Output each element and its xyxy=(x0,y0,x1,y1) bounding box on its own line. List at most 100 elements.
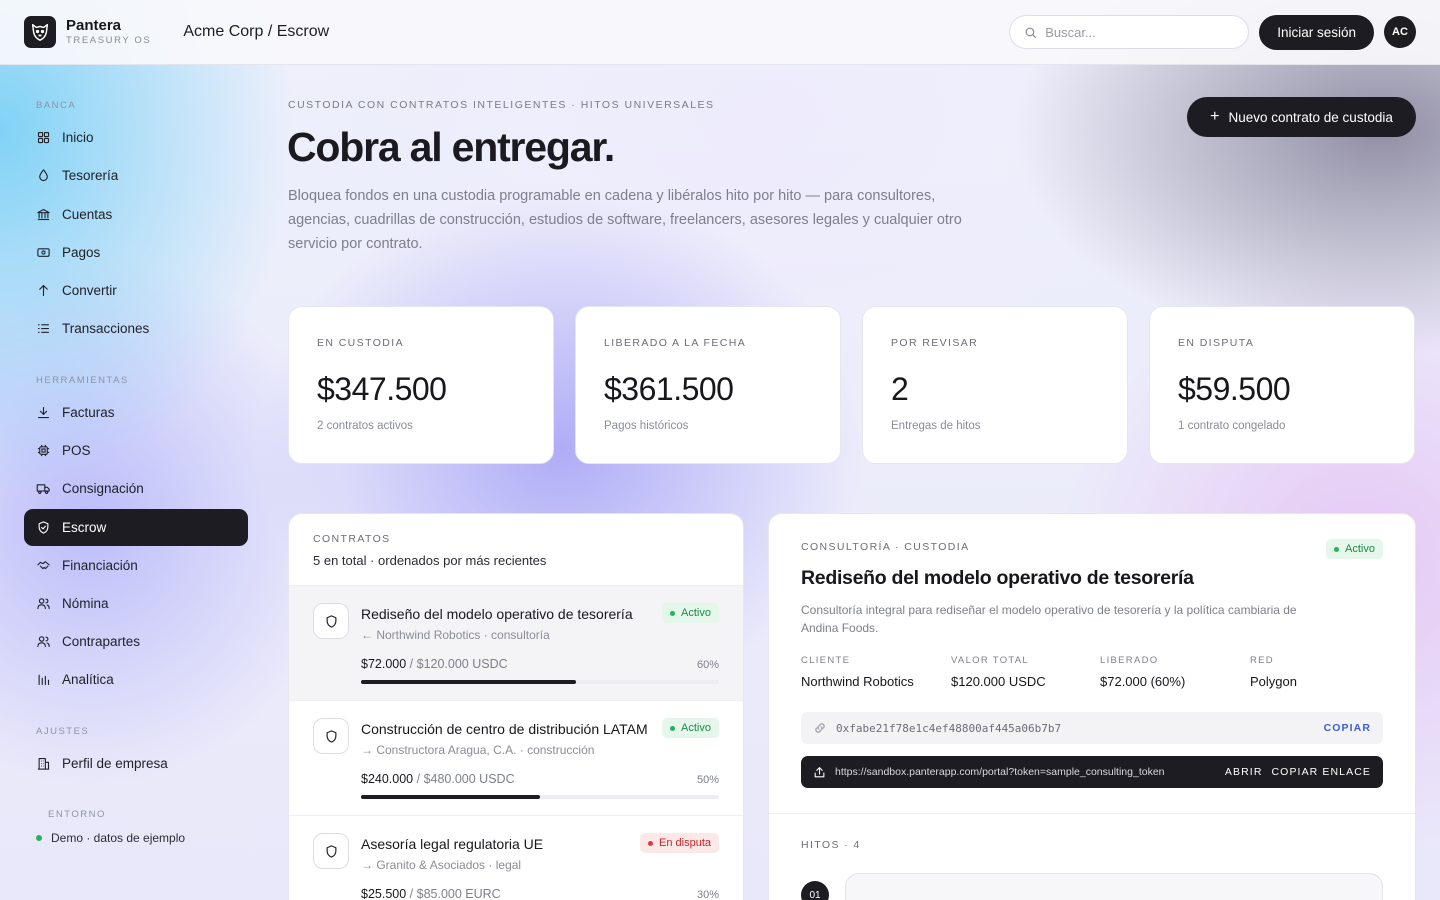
sidebar-item-label: Escrow xyxy=(62,520,107,535)
open-link-button[interactable]: ABRIR xyxy=(1225,766,1263,778)
shield-icon xyxy=(313,603,349,639)
field-value: Polygon xyxy=(1250,674,1297,689)
milestones-label: HITOS · 4 xyxy=(801,839,861,851)
brand-name: Pantera xyxy=(66,17,122,35)
panther-logo-icon xyxy=(24,16,56,48)
contract-total: / $85.000 EURC xyxy=(409,887,501,900)
sidebar-item-contrapartes[interactable]: Contrapartes xyxy=(24,623,248,660)
sidebar-item-pos[interactable]: POS xyxy=(24,432,248,469)
sidebar-item-transacciones[interactable]: Transacciones xyxy=(24,310,248,347)
page-title: Cobra al entregar. xyxy=(287,124,615,170)
page-description: Bloquea fondos en una custodia programab… xyxy=(288,188,962,252)
status-badge-text: Activo xyxy=(681,722,711,734)
sidebar-item-perfil-de-empresa[interactable]: Perfil de empresa xyxy=(24,745,248,782)
contract-detail-panel: CONSULTORÍA · CUSTODIA Activo Rediseño d… xyxy=(768,513,1416,900)
section-label-banca: BANCA xyxy=(36,100,77,111)
field-value: Northwind Robotics xyxy=(801,674,914,689)
status-dot xyxy=(1334,546,1340,552)
shield-icon xyxy=(313,833,349,869)
grid-icon xyxy=(37,131,50,144)
bank-icon xyxy=(37,208,50,221)
portal-link-box: https://sandbox.panterapp.com/portal?tok… xyxy=(801,756,1383,788)
sidebar-item-financiacion[interactable]: Financiación xyxy=(24,547,248,584)
sidebar-item-escrow[interactable]: Escrow xyxy=(24,509,248,546)
stat-subtext: Pagos históricos xyxy=(604,420,689,432)
search-box[interactable] xyxy=(1009,15,1250,49)
status-dot xyxy=(36,835,42,841)
contract-row[interactable]: Rediseño del modelo operativo de tesorer… xyxy=(289,586,743,701)
progress-bar-fill xyxy=(361,795,540,799)
new-escrow-contract-button[interactable]: + Nuevo contrato de custodia xyxy=(1187,97,1416,137)
contract-percent: 30% xyxy=(696,889,719,900)
sidebar-item-analitica[interactable]: Analítica xyxy=(24,661,248,698)
cash-icon xyxy=(37,248,50,257)
field-value: $120.000 USDC xyxy=(951,674,1046,689)
portal-url: https://sandbox.panterapp.com/portal?tok… xyxy=(835,766,1165,778)
contract-released: $72.000 xyxy=(361,657,407,671)
sidebar-item-label: Nómina xyxy=(62,596,109,611)
sidebar-item-inicio[interactable]: Inicio xyxy=(24,119,248,156)
contract-released: $25.500 xyxy=(361,887,407,900)
brand-subtitle: TREASURY OS xyxy=(66,35,152,47)
status-badge: En disputa xyxy=(640,833,719,853)
stat-subtext: 2 contratos activos xyxy=(317,420,413,432)
stat-label: LIBERADO A LA FECHA xyxy=(604,337,747,349)
status-dot xyxy=(648,840,654,846)
field-label: CLIENTE xyxy=(801,655,851,666)
users-icon xyxy=(37,598,50,610)
contract-meta: → Constructora Aragua, C.A. · construcci… xyxy=(361,743,595,757)
list-icon xyxy=(37,324,50,333)
contract-meta: → Granito & Asociados · legal xyxy=(361,858,522,872)
stat-value: $59.500 xyxy=(1178,371,1291,407)
field-label: RED xyxy=(1250,655,1274,666)
contract-row[interactable]: Construcción de centro de distribución L… xyxy=(289,701,743,816)
sidebar-item-consignacion[interactable]: Consignación xyxy=(24,470,248,507)
contract-total: / $120.000 USDC xyxy=(409,657,508,671)
sidebar-item-cuentas[interactable]: Cuentas xyxy=(24,196,248,233)
detail-title: Rediseño del modelo operativo de tesorer… xyxy=(801,567,1194,589)
contract-title: Rediseño del modelo operativo de tesorer… xyxy=(361,606,633,622)
stat-card-por-revisar: POR REVISAR 2 Entregas de hitos xyxy=(862,306,1128,464)
stat-subtext: Entregas de hitos xyxy=(891,420,981,432)
search-input[interactable] xyxy=(1045,24,1226,40)
brand[interactable]: Pantera TREASURY OS xyxy=(24,16,151,48)
contract-title: Asesoría legal regulatoria UE xyxy=(361,836,544,852)
status-badge-text: Activo xyxy=(681,607,711,619)
contract-address-box: 0xfabe21f78e1c4ef48800af445a06b7b7 COPIA… xyxy=(801,712,1383,744)
status-dot xyxy=(670,725,676,731)
sidebar-item-pagos[interactable]: Pagos xyxy=(24,234,248,271)
contract-percent: 50% xyxy=(696,774,719,786)
contract-percent: 60% xyxy=(696,659,719,671)
contract-meta: ← Northwind Robotics · consultoría xyxy=(361,628,550,642)
users-icon xyxy=(37,636,50,648)
sidebar-item-facturas[interactable]: Facturas xyxy=(24,394,248,431)
contract-released: $240.000 xyxy=(361,772,414,786)
detail-field-cliente: CLIENTE Northwind Robotics xyxy=(801,655,914,689)
sidebar-item-convertir[interactable]: Convertir xyxy=(24,272,248,309)
search-icon xyxy=(1025,27,1037,38)
sidebar-item-nomina[interactable]: Nómina xyxy=(24,585,248,622)
milestone-card[interactable] xyxy=(845,873,1383,900)
section-label-ajustes: AJUSTES xyxy=(36,726,90,737)
sidebar-item-label: Contrapartes xyxy=(62,634,141,649)
contracts-panel: CONTRATOS 5 en total · ordenados por más… xyxy=(288,513,744,900)
status-badge-text: En disputa xyxy=(659,837,711,849)
copy-address-button[interactable]: COPIAR xyxy=(1324,722,1371,734)
new-escrow-contract-label: Nuevo contrato de custodia xyxy=(1228,109,1393,125)
login-button[interactable]: Iniciar sesión xyxy=(1259,14,1374,50)
truck-icon xyxy=(36,484,50,494)
detail-field-valor-total: VALOR TOTAL $120.000 USDC xyxy=(951,655,1046,689)
stat-subtext: 1 contrato congelado xyxy=(1178,420,1286,432)
contracts-summary: 5 en total · ordenados por más recientes xyxy=(313,553,547,568)
sidebar-item-tesoreria[interactable]: Tesorería xyxy=(24,157,248,194)
sidebar-item-label: Convertir xyxy=(62,283,117,298)
contract-amount: $25.500 / $85.000 EURC xyxy=(361,887,501,900)
stat-card-en-custodia: EN CUSTODIA $347.500 2 contratos activos xyxy=(288,306,554,464)
copy-link-button[interactable]: COPIAR ENLACE xyxy=(1272,766,1372,778)
status-badge: Activo xyxy=(662,603,719,623)
avatar[interactable]: AC xyxy=(1384,16,1416,48)
contract-amount: $72.000 / $120.000 USDC xyxy=(361,657,508,671)
contract-row[interactable]: Asesoría legal regulatoria UE → Granito … xyxy=(289,816,743,900)
section-label-herramientas: HERRAMIENTAS xyxy=(36,375,129,386)
link-icon xyxy=(815,723,825,733)
